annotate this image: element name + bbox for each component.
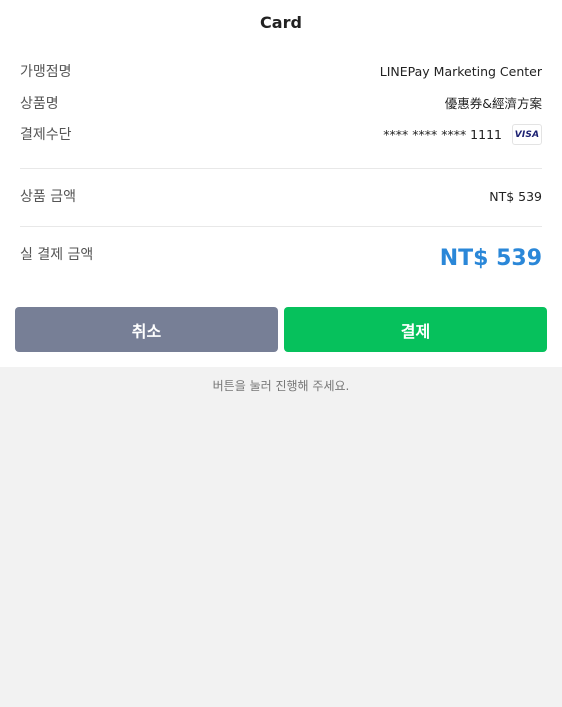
product-amount-value: NT$ 539 <box>489 189 542 204</box>
instruction-text: 버튼을 눌러 진행해 주세요. <box>212 379 350 393</box>
payment-sheet: Card 가맹점명 LINEPay Marketing Center 상품명 優… <box>0 0 562 367</box>
card-number: **** **** **** 1111 <box>383 127 502 142</box>
final-amount-value: NT$ 539 <box>439 246 542 271</box>
merchant-label: 가맹점명 <box>20 64 72 80</box>
final-amount-row: 실 결제 금액 NT$ 539 <box>20 245 542 273</box>
product-row: 상품명 優惠券&經濟方案 <box>20 95 542 113</box>
final-amount-label: 실 결제 금액 <box>20 247 94 263</box>
card-info: **** **** **** 1111 VISA <box>383 124 542 145</box>
cancel-button[interactable]: 취소 <box>15 307 278 352</box>
product-amount-row: 상품 금액 NT$ 539 <box>20 188 542 206</box>
product-amount-label: 상품 금액 <box>20 189 76 205</box>
pay-button[interactable]: 결제 <box>284 307 547 352</box>
payment-method-row: 결제수단 **** **** **** 1111 VISA <box>20 124 542 145</box>
page-title: Card <box>260 13 302 32</box>
divider <box>20 226 542 227</box>
divider <box>20 168 542 169</box>
visa-icon: VISA <box>512 124 542 145</box>
payment-method-label: 결제수단 <box>20 126 72 143</box>
product-label: 상품명 <box>20 96 59 112</box>
merchant-row: 가맹점명 LINEPay Marketing Center <box>20 63 542 81</box>
merchant-value: LINEPay Marketing Center <box>379 64 542 79</box>
product-value: 優惠券&經濟方案 <box>444 96 542 111</box>
